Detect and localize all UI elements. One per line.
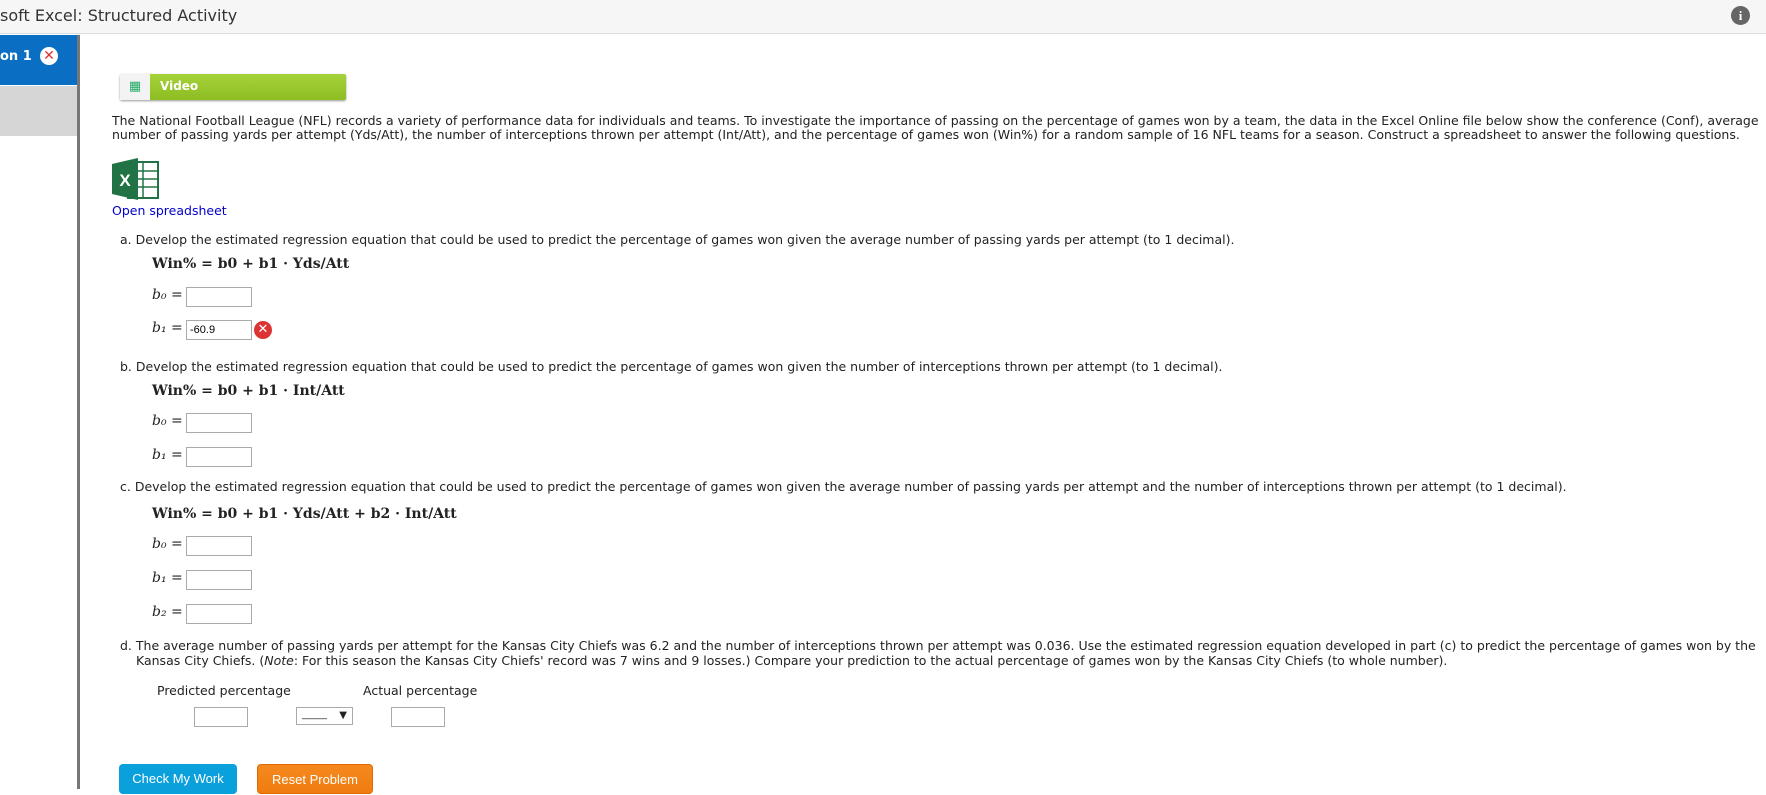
question-d: d. The average number of passing yards p… bbox=[120, 638, 1760, 668]
comparison-select[interactable]: _____ ▼ bbox=[296, 707, 353, 725]
note-label: Note bbox=[264, 653, 294, 668]
incorrect-icon: ✕ bbox=[254, 321, 272, 339]
video-label: Video bbox=[160, 79, 199, 93]
sidebar: on 1 ✕ bbox=[0, 35, 80, 789]
b0-label: b₀ = bbox=[152, 413, 183, 429]
question-c: c. Develop the estimated regression equa… bbox=[120, 479, 1760, 494]
question-text-cont: : For this season the Kansas City Chiefs… bbox=[293, 653, 1448, 668]
predicted-label: Predicted percentage bbox=[157, 683, 291, 698]
check-my-work-button[interactable]: Check My Work bbox=[119, 764, 237, 794]
b0-label: b₀ = bbox=[152, 536, 183, 552]
svg-text:X: X bbox=[119, 171, 131, 190]
question-letter: b. bbox=[120, 359, 132, 374]
film-icon: ▦ bbox=[120, 74, 150, 100]
equation-b: Win% = b0 + b1 · Int/Att bbox=[152, 383, 345, 399]
question-letter: c. bbox=[120, 479, 131, 494]
b1-label: b₁ = bbox=[152, 447, 183, 463]
b2-label: b₂ = bbox=[152, 604, 183, 620]
question-letter: d. bbox=[120, 638, 132, 653]
b0-label: b₀ = bbox=[152, 287, 183, 303]
equation-a: Win% = b0 + b1 · Yds/Att bbox=[152, 256, 350, 272]
predicted-input[interactable] bbox=[194, 707, 248, 727]
b-b0-input[interactable] bbox=[186, 413, 252, 433]
open-spreadsheet-link[interactable]: Open spreadsheet bbox=[112, 203, 227, 218]
question-letter: a. bbox=[120, 232, 132, 247]
question-text: Develop the estimated regression equatio… bbox=[135, 232, 1235, 247]
reset-problem-button[interactable]: Reset Problem bbox=[257, 764, 373, 794]
question-text: Develop the estimated regression equatio… bbox=[135, 359, 1223, 374]
a-b1-input[interactable] bbox=[186, 320, 252, 340]
actual-label: Actual percentage bbox=[363, 683, 478, 698]
question-b: b. Develop the estimated regression equa… bbox=[120, 359, 1760, 374]
excel-icon[interactable]: X bbox=[112, 158, 160, 200]
c-b0-input[interactable] bbox=[186, 536, 252, 556]
window-title: soft Excel: Structured Activity bbox=[0, 6, 238, 25]
tab-label: on 1 bbox=[0, 49, 32, 64]
intro-text: The National Football League (NFL) recor… bbox=[112, 113, 1759, 142]
question-text: Develop the estimated regression equatio… bbox=[134, 479, 1567, 494]
info-icon[interactable]: i bbox=[1731, 6, 1750, 25]
video-button[interactable]: ▦ Video bbox=[120, 74, 346, 100]
a-b0-input[interactable] bbox=[186, 287, 252, 307]
actual-input[interactable] bbox=[391, 707, 445, 727]
equation-c: Win% = b0 + b1 · Yds/Att + b2 · Int/Att bbox=[152, 506, 457, 522]
b1-label: b₁ = bbox=[152, 570, 183, 586]
c-b2-input[interactable] bbox=[186, 604, 252, 624]
b1-label: b₁ = bbox=[152, 320, 183, 336]
c-b1-input[interactable] bbox=[186, 570, 252, 590]
error-x-icon: ✕ bbox=[40, 47, 58, 65]
b-b1-input[interactable] bbox=[186, 447, 252, 467]
select-value: _____ bbox=[302, 709, 327, 720]
dropdown-arrow-icon: ▼ bbox=[339, 710, 347, 721]
title-bar: soft Excel: Structured Activity i bbox=[0, 0, 1766, 34]
sidebar-tab-question-1[interactable]: on 1 ✕ bbox=[0, 35, 77, 85]
question-a: a. Develop the estimated regression equa… bbox=[120, 232, 1760, 247]
sidebar-item[interactable] bbox=[0, 86, 77, 136]
